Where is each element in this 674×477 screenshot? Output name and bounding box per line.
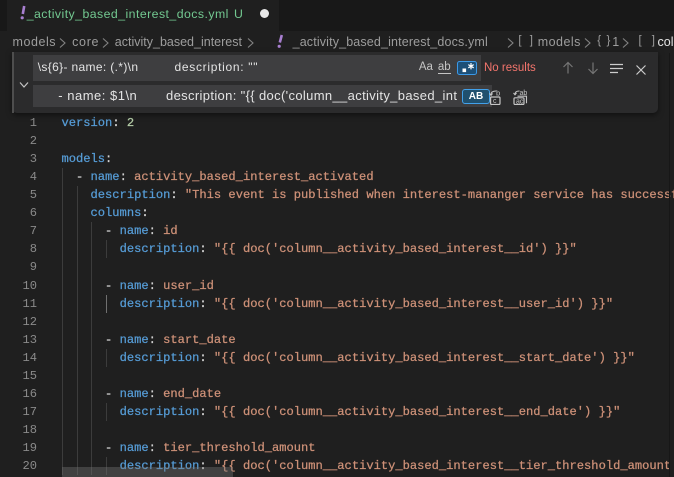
- svg-text:ac: ac: [516, 99, 524, 106]
- svg-text:c: c: [493, 98, 497, 105]
- svg-text:b: b: [496, 89, 500, 98]
